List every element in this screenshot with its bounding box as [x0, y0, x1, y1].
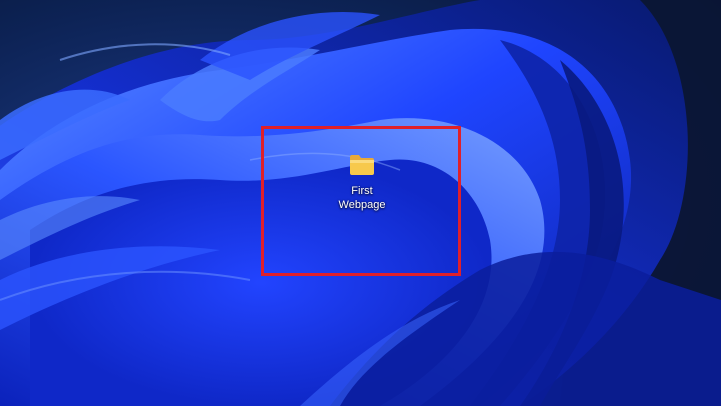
folder-icon — [350, 155, 374, 175]
folder-label: First Webpage — [338, 185, 386, 211]
desktop-folder-first-webpage[interactable]: First Webpage — [324, 154, 400, 224]
desktop: First Webpage — [0, 0, 721, 406]
